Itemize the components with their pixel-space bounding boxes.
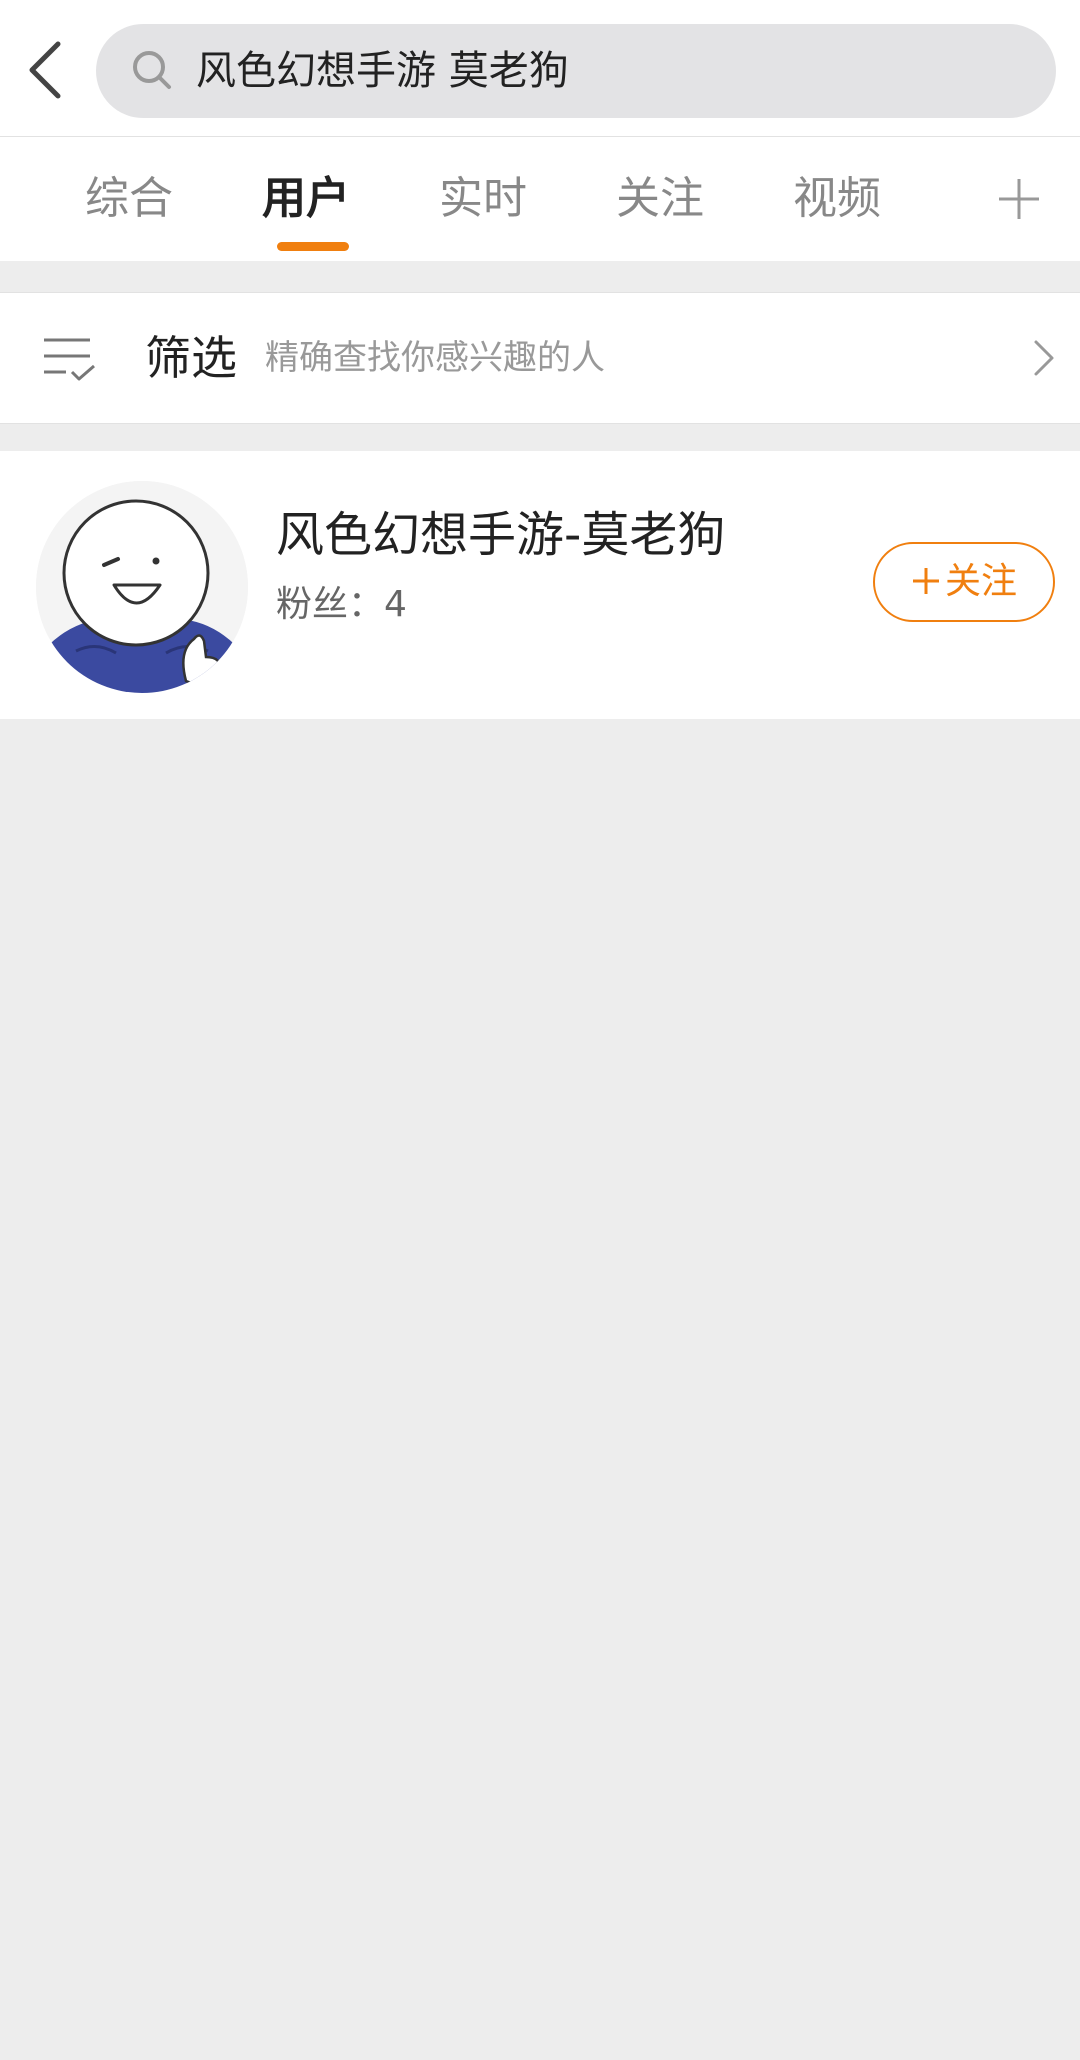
filter-bar[interactable]: 筛选 精确查找你感兴趣的人 <box>0 292 1080 424</box>
avatar-image <box>36 481 248 693</box>
tab-video[interactable]: 视频 <box>757 137 917 261</box>
tab-label: 用户 <box>262 173 350 224</box>
active-tab-indicator <box>277 242 349 251</box>
back-button[interactable] <box>18 30 78 110</box>
tab-label: 关注 <box>616 173 704 224</box>
avatar[interactable] <box>36 481 248 693</box>
tab-users[interactable]: 用户 <box>226 137 386 261</box>
search-input[interactable]: 风色幻想手游 莫老狗 <box>96 24 1056 118</box>
fans-count: 粉丝：4 <box>276 575 407 627</box>
tab-following[interactable]: 关注 <box>580 137 740 261</box>
user-name[interactable]: 风色幻想手游-莫老狗 <box>276 495 725 565</box>
filter-list-icon <box>44 338 95 381</box>
tab-label: 视频 <box>793 173 881 224</box>
user-result-card[interactable]: 风色幻想手游-莫老狗 粉丝：4 关注 <box>0 451 1080 719</box>
chevron-right-icon <box>1034 340 1054 376</box>
follow-button[interactable]: 关注 <box>873 542 1055 622</box>
search-query-text: 风色幻想手游 莫老狗 <box>196 48 569 94</box>
tab-label: 实时 <box>439 173 527 224</box>
tab-realtime[interactable]: 实时 <box>403 137 563 261</box>
search-icon <box>133 51 171 89</box>
filter-title: 筛选 <box>145 331 237 385</box>
back-arrow-icon <box>29 41 61 99</box>
fans-label: 粉丝： <box>276 584 385 625</box>
tab-comprehensive[interactable]: 综合 <box>49 137 209 261</box>
follow-label: 关注 <box>944 561 1017 602</box>
tab-bar: 综合 用户 实时 关注 视频 <box>0 137 1080 261</box>
plus-icon[interactable] <box>994 174 1044 224</box>
tab-label: 综合 <box>85 173 173 224</box>
plus-icon <box>912 568 939 594</box>
filter-hint: 精确查找你感兴趣的人 <box>265 338 605 378</box>
top-bar: 风色幻想手游 莫老狗 <box>0 0 1080 137</box>
fans-value: 4 <box>384 584 407 625</box>
